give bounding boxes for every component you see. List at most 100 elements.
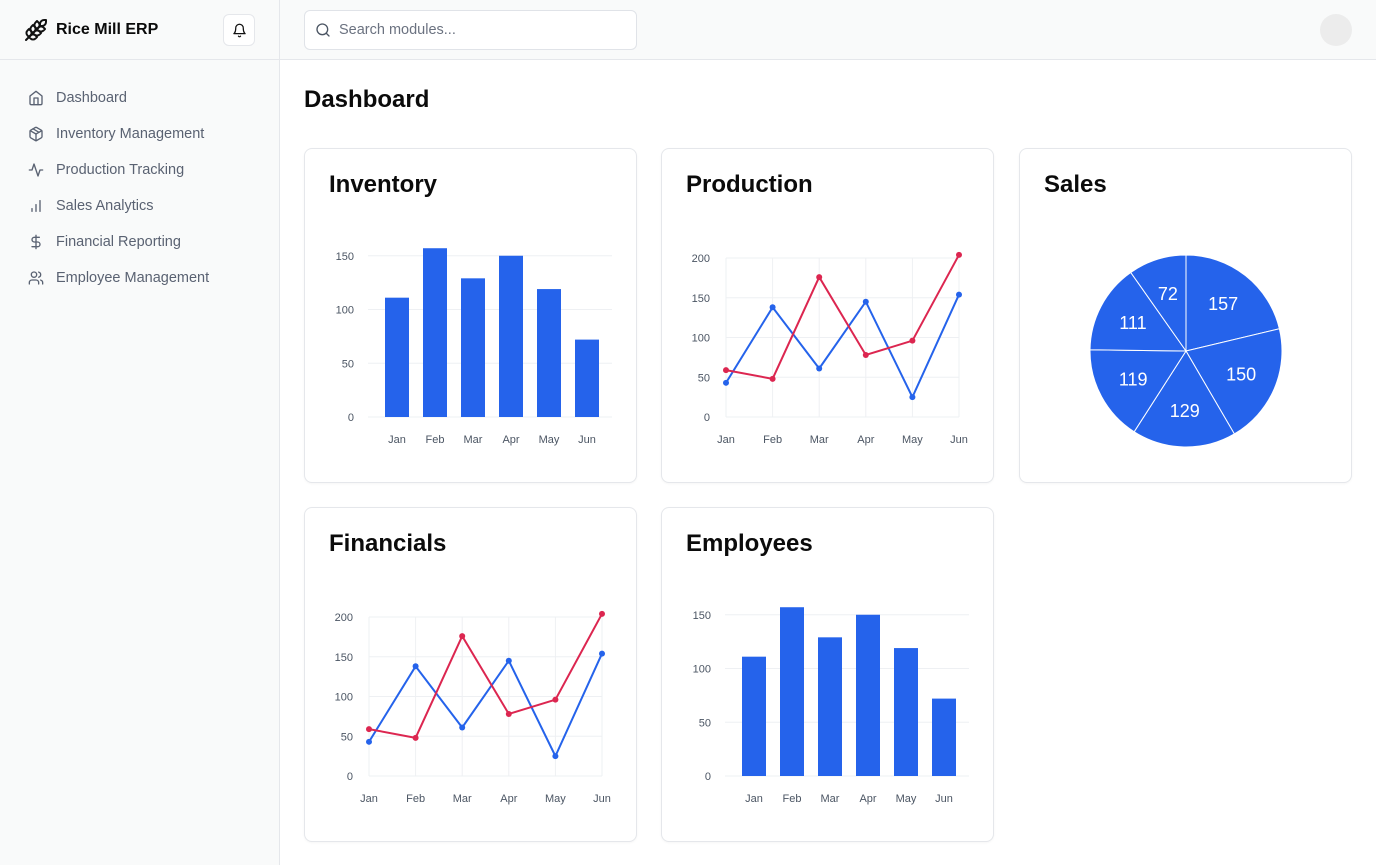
x-tick-label: May (545, 793, 566, 805)
sales-card: Sales 157 150 129 119 111 72 (1019, 148, 1352, 483)
activity-icon (28, 162, 44, 178)
financials-line-chart: 0 50 100 150 200 Jan Feb Mar Apr May Jun (335, 610, 611, 805)
slice-label: 119 (1119, 369, 1148, 389)
y-tick-label: 0 (348, 412, 354, 424)
data-point (769, 375, 776, 382)
data-point (956, 251, 962, 258)
inventory-bar-chart: 0 50 100 150 Jan Feb Mar Apr May Jun (336, 248, 612, 446)
search-box[interactable] (304, 10, 637, 50)
data-point (599, 650, 605, 657)
x-tick-label: Mar (453, 793, 472, 805)
sidebar-item-label: Inventory Management (56, 126, 205, 142)
x-tick-label: Jun (593, 793, 611, 805)
financials-card: Financials 0 50 100 150 200 Jan Feb Mar Apr May Ju… (304, 507, 637, 842)
production-card: Production 0 50 100 150 200 Jan Feb Mar Apr May Ju… (661, 148, 994, 483)
bar (856, 614, 880, 776)
x-tick-label: Feb (763, 434, 782, 446)
x-tick-label: May (539, 434, 560, 446)
x-tick-label: Apr (502, 434, 519, 446)
data-point (862, 298, 869, 305)
sales-pie-chart: 157 150 129 119 111 72 (1089, 254, 1283, 448)
dollar-icon (28, 234, 44, 250)
sidebar: Rice Mill ERP Dashboard Inventory Manage… (0, 0, 280, 865)
y-tick-label: 150 (336, 251, 354, 263)
bar (780, 607, 804, 776)
y-tick-label: 200 (692, 253, 710, 265)
y-tick-label: 0 (705, 771, 711, 783)
sidebar-item-inventory-management[interactable]: Inventory Management (0, 116, 279, 152)
data-point (816, 274, 823, 281)
x-tick-label: May (902, 434, 923, 446)
y-tick-label: 50 (699, 717, 711, 729)
data-point (552, 696, 559, 703)
bar (499, 255, 523, 417)
x-tick-label: Mar (810, 434, 829, 446)
topbar (280, 0, 1376, 60)
package-icon (28, 126, 44, 142)
bar (575, 339, 599, 417)
data-point (552, 753, 559, 760)
x-tick-label: Feb (406, 793, 425, 805)
y-tick-label: 150 (693, 610, 711, 622)
series-line (368, 613, 603, 739)
y-tick-label: 0 (704, 412, 710, 424)
series-line (725, 254, 960, 380)
sidebar-item-employee-management[interactable]: Employee Management (0, 260, 279, 296)
y-tick-label: 50 (698, 372, 710, 384)
y-tick-label: 100 (336, 305, 354, 317)
data-point (366, 738, 372, 745)
data-point (862, 351, 869, 358)
data-point (723, 379, 729, 386)
sidebar-item-label: Financial Reporting (56, 234, 181, 250)
users-icon (28, 270, 44, 286)
sidebar-item-sales-analytics[interactable]: Sales Analytics (0, 188, 279, 224)
series-line (725, 294, 960, 400)
x-tick-label: Jun (935, 793, 953, 805)
brand-bar: Rice Mill ERP (0, 0, 279, 60)
data-point (366, 726, 372, 733)
bar (894, 648, 918, 776)
bar (742, 656, 766, 776)
sidebar-item-label: Employee Management (56, 270, 210, 286)
slice-label: 129 (1170, 401, 1200, 421)
bar (537, 289, 561, 417)
search-input[interactable] (339, 22, 619, 38)
sidebar-item-financial-reporting[interactable]: Financial Reporting (0, 224, 279, 260)
bar (385, 297, 409, 417)
wheat-logo-icon (24, 18, 48, 42)
x-tick-label: Apr (857, 434, 874, 446)
employees-bar-chart: 0 50 100 150 Jan Feb Mar Apr May Jun (693, 607, 969, 805)
x-tick-label: Jan (388, 434, 406, 446)
y-tick-label: 150 (692, 293, 710, 305)
search-icon (315, 22, 331, 38)
production-line-chart: 0 50 100 150 200 Jan Feb Mar Apr May Jun (692, 251, 968, 446)
page-title: Dashboard (304, 86, 430, 113)
bell-icon (232, 23, 247, 38)
slice-label: 150 (1226, 365, 1256, 385)
sidebar-item-dashboard[interactable]: Dashboard (0, 80, 279, 116)
x-tick-label: Mar (821, 793, 840, 805)
data-point (505, 710, 512, 717)
y-tick-label: 150 (335, 652, 353, 664)
data-point (412, 734, 419, 741)
sidebar-item-label: Sales Analytics (56, 198, 154, 214)
slice-label: 111 (1119, 313, 1146, 333)
data-point (459, 633, 466, 640)
y-tick-label: 100 (335, 692, 353, 704)
app-title: Rice Mill ERP (56, 20, 159, 38)
home-icon (28, 90, 44, 106)
notifications-button[interactable] (223, 14, 255, 46)
bar (423, 248, 447, 417)
x-tick-label: Mar (464, 434, 483, 446)
x-tick-label: Feb (426, 434, 445, 446)
series-line (368, 653, 603, 759)
bar (932, 698, 956, 776)
sidebar-item-production-tracking[interactable]: Production Tracking (0, 152, 279, 188)
data-point (723, 367, 729, 374)
x-tick-label: Apr (500, 793, 517, 805)
data-point (459, 724, 466, 731)
avatar[interactable] (1320, 14, 1352, 46)
y-tick-label: 100 (692, 333, 710, 345)
data-point (909, 337, 916, 344)
inventory-card: Inventory 0 50 100 150 Jan Feb Mar Apr May Jun (304, 148, 637, 483)
